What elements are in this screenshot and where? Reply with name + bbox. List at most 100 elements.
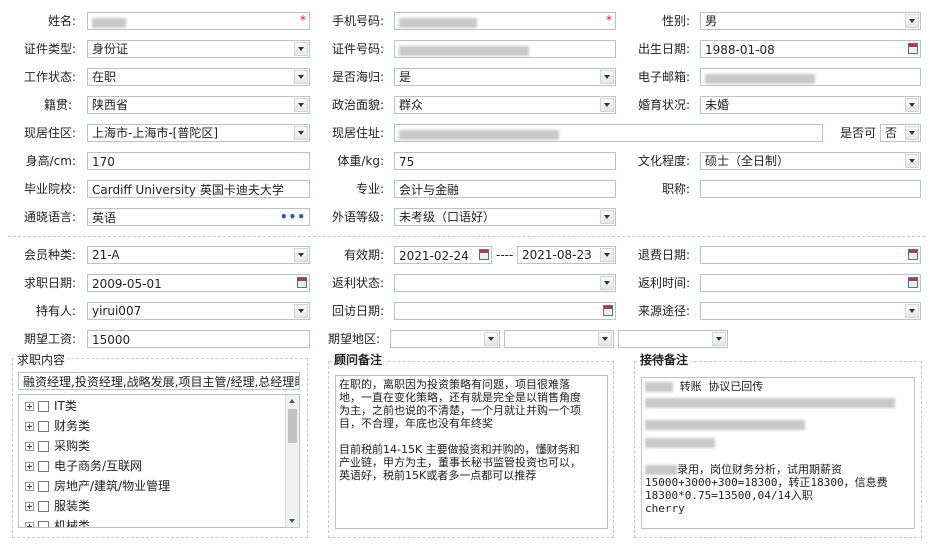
lang-level-select[interactable]: 未考级（口语好） bbox=[394, 208, 616, 226]
major-input[interactable]: 会计与金融 bbox=[394, 180, 616, 198]
rebate-time-label: 返利时间: bbox=[637, 276, 690, 290]
region-province-select[interactable] bbox=[390, 330, 500, 348]
scroll-down-icon[interactable] bbox=[289, 519, 295, 523]
valid-to-select[interactable]: 2021-08-23 bbox=[517, 246, 616, 264]
weight-input[interactable]: 75 bbox=[394, 152, 616, 170]
work-status-select[interactable]: 在职 bbox=[87, 68, 310, 86]
expand-icon[interactable] bbox=[25, 402, 34, 411]
region-district-select[interactable] bbox=[618, 330, 728, 348]
rebate-time-input[interactable] bbox=[700, 274, 921, 292]
expand-icon[interactable] bbox=[25, 462, 34, 471]
mobile-input[interactable]: * bbox=[394, 12, 616, 30]
calendar-icon[interactable] bbox=[908, 249, 918, 260]
category-item[interactable]: 房地产/建筑/物业管理 bbox=[25, 476, 170, 496]
expand-icon[interactable] bbox=[25, 522, 34, 527]
chevron-down-icon[interactable] bbox=[905, 14, 919, 28]
chevron-down-icon[interactable] bbox=[600, 210, 614, 224]
checkbox[interactable] bbox=[38, 401, 49, 412]
chevron-down-icon[interactable] bbox=[905, 126, 919, 140]
overseas-select[interactable]: 是 bbox=[394, 68, 616, 86]
can-select[interactable]: 否 bbox=[880, 124, 921, 142]
idtype-select[interactable]: 身份证 bbox=[87, 40, 310, 58]
marital-select[interactable]: 未婚 bbox=[700, 96, 921, 114]
category-item[interactable]: IT类 bbox=[25, 396, 77, 416]
reception-note-textarea[interactable]: 转账 协议已回传 录用，岗位财务分析，试用期薪资 15000+3000+300=… bbox=[641, 377, 915, 529]
category-item[interactable]: 采购类 bbox=[25, 436, 90, 456]
scroll-thumb[interactable] bbox=[288, 409, 297, 443]
expand-icon[interactable] bbox=[25, 502, 34, 511]
school-label: 毕业院校: bbox=[23, 182, 76, 196]
scroll-up-icon[interactable] bbox=[289, 399, 295, 403]
reception-line: cherry bbox=[645, 502, 685, 515]
required-marker: * bbox=[300, 13, 306, 27]
expand-icon[interactable] bbox=[25, 442, 34, 451]
chevron-down-icon[interactable] bbox=[600, 248, 614, 262]
chevron-down-icon[interactable] bbox=[484, 332, 498, 346]
expand-icon[interactable] bbox=[25, 422, 34, 431]
checkbox[interactable] bbox=[38, 441, 49, 452]
rebate-status-select[interactable] bbox=[394, 274, 616, 292]
apply-date-input[interactable]: 2009-05-01 bbox=[87, 274, 310, 292]
address-input[interactable] bbox=[394, 124, 823, 142]
chevron-down-icon[interactable] bbox=[905, 154, 919, 168]
consultant-note-line: 在职的，离职因为投资策略有问题，项目很难落 bbox=[339, 378, 570, 391]
email-input[interactable] bbox=[700, 68, 921, 86]
calendar-icon[interactable] bbox=[479, 249, 489, 260]
chevron-down-icon[interactable] bbox=[294, 248, 308, 262]
checkbox[interactable] bbox=[38, 461, 49, 472]
chevron-down-icon[interactable] bbox=[294, 126, 308, 140]
chevron-down-icon[interactable] bbox=[294, 304, 308, 318]
salary-input[interactable]: 15000 bbox=[87, 330, 310, 348]
valid-from-input[interactable]: 2021-02-24 bbox=[394, 246, 492, 264]
member-type-select[interactable]: 21-A bbox=[87, 246, 310, 264]
school-input[interactable]: Cardiff University 英国卡迪夫大学 bbox=[87, 180, 310, 198]
title-input[interactable] bbox=[700, 180, 921, 198]
chevron-down-icon[interactable] bbox=[294, 98, 308, 112]
height-input[interactable]: 170 bbox=[87, 152, 310, 170]
more-icon[interactable]: ••• bbox=[280, 209, 306, 225]
checkbox[interactable] bbox=[38, 481, 49, 492]
chevron-down-icon[interactable] bbox=[712, 332, 726, 346]
job-panel-title: 求职内容 bbox=[14, 352, 69, 368]
expand-icon[interactable] bbox=[25, 482, 34, 491]
calendar-icon[interactable] bbox=[297, 277, 307, 288]
name-input[interactable]: * bbox=[87, 12, 310, 30]
region-city-select[interactable] bbox=[504, 330, 614, 348]
category-item[interactable]: 服装类 bbox=[25, 496, 90, 516]
holder-select[interactable]: yirui007 bbox=[87, 302, 310, 320]
calendar-icon[interactable] bbox=[908, 277, 918, 288]
gender-select[interactable]: 男 bbox=[700, 12, 921, 30]
chevron-down-icon[interactable] bbox=[294, 42, 308, 56]
idno-input[interactable] bbox=[394, 40, 616, 58]
chevron-down-icon[interactable] bbox=[600, 98, 614, 112]
education-select[interactable]: 硕士（全日制） bbox=[700, 152, 921, 170]
calendar-icon[interactable] bbox=[908, 43, 918, 54]
native-select[interactable]: 陕西省 bbox=[87, 96, 310, 114]
chevron-down-icon[interactable] bbox=[294, 70, 308, 84]
chevron-down-icon[interactable] bbox=[598, 332, 612, 346]
refund-date-input[interactable] bbox=[700, 246, 921, 264]
redacted-text bbox=[399, 45, 529, 56]
checkbox[interactable] bbox=[38, 501, 49, 512]
calendar-icon[interactable] bbox=[603, 305, 613, 316]
category-item[interactable]: 机械类 bbox=[25, 516, 91, 528]
category-label: 机械类 bbox=[54, 519, 91, 528]
category-item[interactable]: 财务类 bbox=[25, 416, 90, 436]
job-summary-input[interactable]: 融资经理,投资经理,战略发展,项目主管/经理,总经理助 bbox=[18, 372, 300, 390]
category-item[interactable]: 电子商务/互联网 bbox=[25, 456, 142, 476]
visit-date-input[interactable] bbox=[394, 302, 616, 320]
political-select[interactable]: 群众 bbox=[394, 96, 616, 114]
chevron-down-icon[interactable] bbox=[600, 70, 614, 84]
chevron-down-icon[interactable] bbox=[905, 98, 919, 112]
checkbox[interactable] bbox=[38, 421, 49, 432]
birth-date-input[interactable]: 1988-01-08 bbox=[700, 40, 921, 58]
checkbox[interactable] bbox=[38, 521, 49, 527]
chevron-down-icon[interactable] bbox=[600, 276, 614, 290]
source-select[interactable] bbox=[700, 302, 921, 320]
consultant-note-textarea[interactable]: 在职的，离职因为投资策略有问题，项目很难落 地，一直在变化策略，还有就是完全是以销… bbox=[335, 375, 608, 529]
area-select[interactable]: 上海市-上海市-[普陀区] bbox=[87, 124, 310, 142]
chevron-down-icon[interactable] bbox=[905, 304, 919, 318]
language-input[interactable]: 英语 ••• bbox=[87, 208, 310, 226]
source-label: 来源途径: bbox=[637, 304, 690, 318]
scrollbar[interactable] bbox=[285, 395, 299, 527]
